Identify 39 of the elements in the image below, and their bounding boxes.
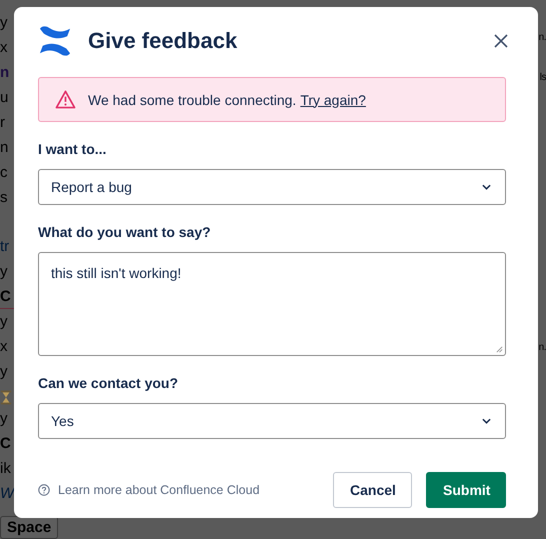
logo-icon [38,25,72,57]
close-icon[interactable] [494,34,508,48]
title-fragment: C [0,287,11,308]
submit-button[interactable]: Submit [426,472,506,508]
hourglass-icon [0,390,12,405]
title-fragment: C [0,434,11,454]
text-fragment: n. [538,31,546,45]
text-fragment: x [0,38,8,58]
text-fragment: y [0,362,8,382]
dropdown[interactable]: Report a bug [38,169,506,205]
resize-handle-icon[interactable] [496,346,503,353]
text-fragment: y [0,13,8,33]
cancel-button[interactable]: Cancel [333,472,412,508]
text-fragment: ik [0,459,11,479]
retry-link[interactable]: Try again? [300,92,366,108]
chevron-down-icon [482,184,491,190]
text-fragment: u [0,88,8,108]
warning-icon [55,90,76,109]
dialog-title: Give feedback [88,28,238,54]
chevron-down-icon [482,418,491,424]
text-fragment: y [0,409,8,429]
text-area[interactable]: this still isn't working! [38,252,506,356]
text-fragment: s [0,188,8,208]
user-name: n [0,63,10,83]
field-label: I want to... [38,141,108,157]
field-label: What do you want to say? [38,224,212,240]
text-fragment: n [0,138,8,158]
text-fragment: y [0,262,8,282]
error-message: We had some trouble connecting. [88,92,296,108]
dropdown[interactable]: Yes [38,403,506,439]
help-icon [38,484,50,496]
help-link[interactable]: Learn more about Confluence Cloud [58,483,333,497]
text-fragment: ls [540,71,546,85]
text-fragment: y [0,312,8,332]
text-fragment: c [0,163,8,183]
field-label: Can we contact you? [38,375,180,391]
text-fragment: x [0,337,8,357]
text-fragment: n. [538,341,546,355]
text-fragment: r [0,113,5,133]
